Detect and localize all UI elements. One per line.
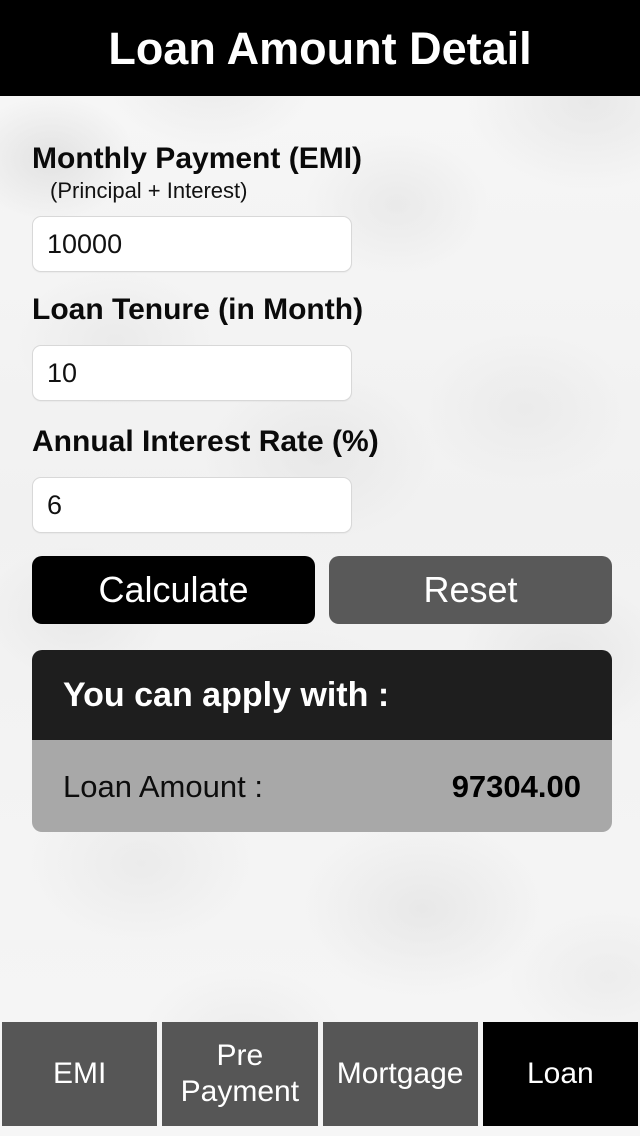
- label-loan-tenure: Loan Tenure (in Month): [32, 293, 364, 326]
- label-monthly-payment: Monthly Payment (EMI): [32, 142, 363, 175]
- result-panel-header: You can apply with :: [32, 650, 612, 740]
- tab-emi[interactable]: EMI: [2, 1022, 158, 1126]
- input-loan-tenure[interactable]: [32, 345, 352, 401]
- tab-pre-payment[interactable]: Pre Payment: [162, 1022, 318, 1126]
- field-group-interest-rate: Annual Interest Rate (%): [0, 423, 640, 533]
- title-bar: Loan Amount Detail: [0, 0, 640, 96]
- calculate-button[interactable]: Calculate: [32, 556, 315, 624]
- result-panel: You can apply with : Loan Amount : 97304…: [32, 650, 612, 832]
- input-interest-rate[interactable]: [32, 477, 352, 533]
- result-row-value: 97304.00: [451, 768, 581, 804]
- label-interest-rate: Annual Interest Rate (%): [32, 425, 379, 458]
- reset-button[interactable]: Reset: [329, 556, 612, 624]
- tab-mortgage[interactable]: Mortgage: [322, 1022, 478, 1126]
- input-monthly-payment[interactable]: [32, 216, 352, 272]
- page-title: Loan Amount Detail: [108, 22, 532, 74]
- result-panel-heading: You can apply with :: [63, 676, 390, 714]
- bottom-tab-bar: EMI Pre Payment Mortgage Loan: [0, 1022, 640, 1126]
- app-screen: Loan Amount Detail Monthly Payment (EMI)…: [0, 0, 640, 1136]
- result-row-label: Loan Amount :: [63, 768, 263, 804]
- result-row-loan-amount: Loan Amount : 97304.00: [32, 740, 612, 832]
- tab-loan[interactable]: Loan: [482, 1022, 638, 1126]
- field-group-monthly-payment: Monthly Payment (EMI) (Principal + Inter…: [0, 140, 640, 272]
- sublabel-monthly-payment: (Principal + Interest): [50, 178, 248, 203]
- field-group-loan-tenure: Loan Tenure (in Month): [0, 291, 640, 401]
